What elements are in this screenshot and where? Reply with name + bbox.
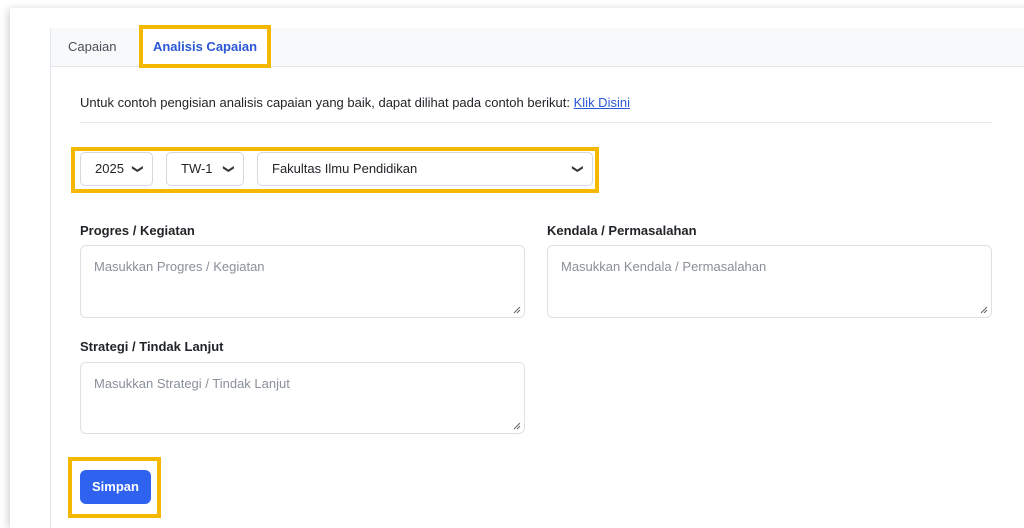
progres-placeholder: Masukkan Progres / Kegiatan xyxy=(94,259,265,274)
year-select[interactable]: 2025 ❯ xyxy=(80,152,153,186)
save-button[interactable]: Simpan xyxy=(80,470,151,504)
resize-grip-icon[interactable] xyxy=(980,306,988,314)
divider xyxy=(80,122,992,123)
chevron-down-icon: ❯ xyxy=(222,164,235,174)
year-value: 2025 xyxy=(95,161,124,176)
progres-textarea[interactable]: Masukkan Progres / Kegiatan xyxy=(80,245,525,318)
info-message: Untuk contoh pengisian analisis capaian … xyxy=(80,95,574,110)
info-text: Untuk contoh pengisian analisis capaian … xyxy=(80,95,630,110)
kendala-placeholder: Masukkan Kendala / Permasalahan xyxy=(561,259,767,274)
chevron-down-icon: ❯ xyxy=(131,164,144,174)
chevron-down-icon: ❯ xyxy=(571,164,584,174)
tab-analisis-capaian[interactable]: Analisis Capaian xyxy=(142,28,268,67)
strategi-placeholder: Masukkan Strategi / Tindak Lanjut xyxy=(94,376,290,391)
unit-value: Fakultas Ilmu Pendidikan xyxy=(272,161,418,176)
kendala-label: Kendala / Permasalahan xyxy=(547,223,697,238)
progres-label: Progres / Kegiatan xyxy=(80,223,195,238)
panel-border xyxy=(50,28,51,528)
example-link[interactable]: Klik Disini xyxy=(574,95,630,110)
kendala-textarea[interactable]: Masukkan Kendala / Permasalahan xyxy=(547,245,992,318)
unit-select[interactable]: Fakultas Ilmu Pendidikan ❯ xyxy=(257,152,593,186)
quarter-value: TW-1 xyxy=(181,161,213,176)
resize-grip-icon[interactable] xyxy=(513,422,521,430)
strategi-textarea[interactable]: Masukkan Strategi / Tindak Lanjut xyxy=(80,362,525,434)
quarter-select[interactable]: TW-1 ❯ xyxy=(166,152,244,186)
tab-capaian[interactable]: Capaian xyxy=(50,28,134,66)
resize-grip-icon[interactable] xyxy=(513,306,521,314)
tab-bar: Capaian Analisis Capaian xyxy=(50,28,1024,67)
strategi-label: Strategi / Tindak Lanjut xyxy=(80,339,224,354)
